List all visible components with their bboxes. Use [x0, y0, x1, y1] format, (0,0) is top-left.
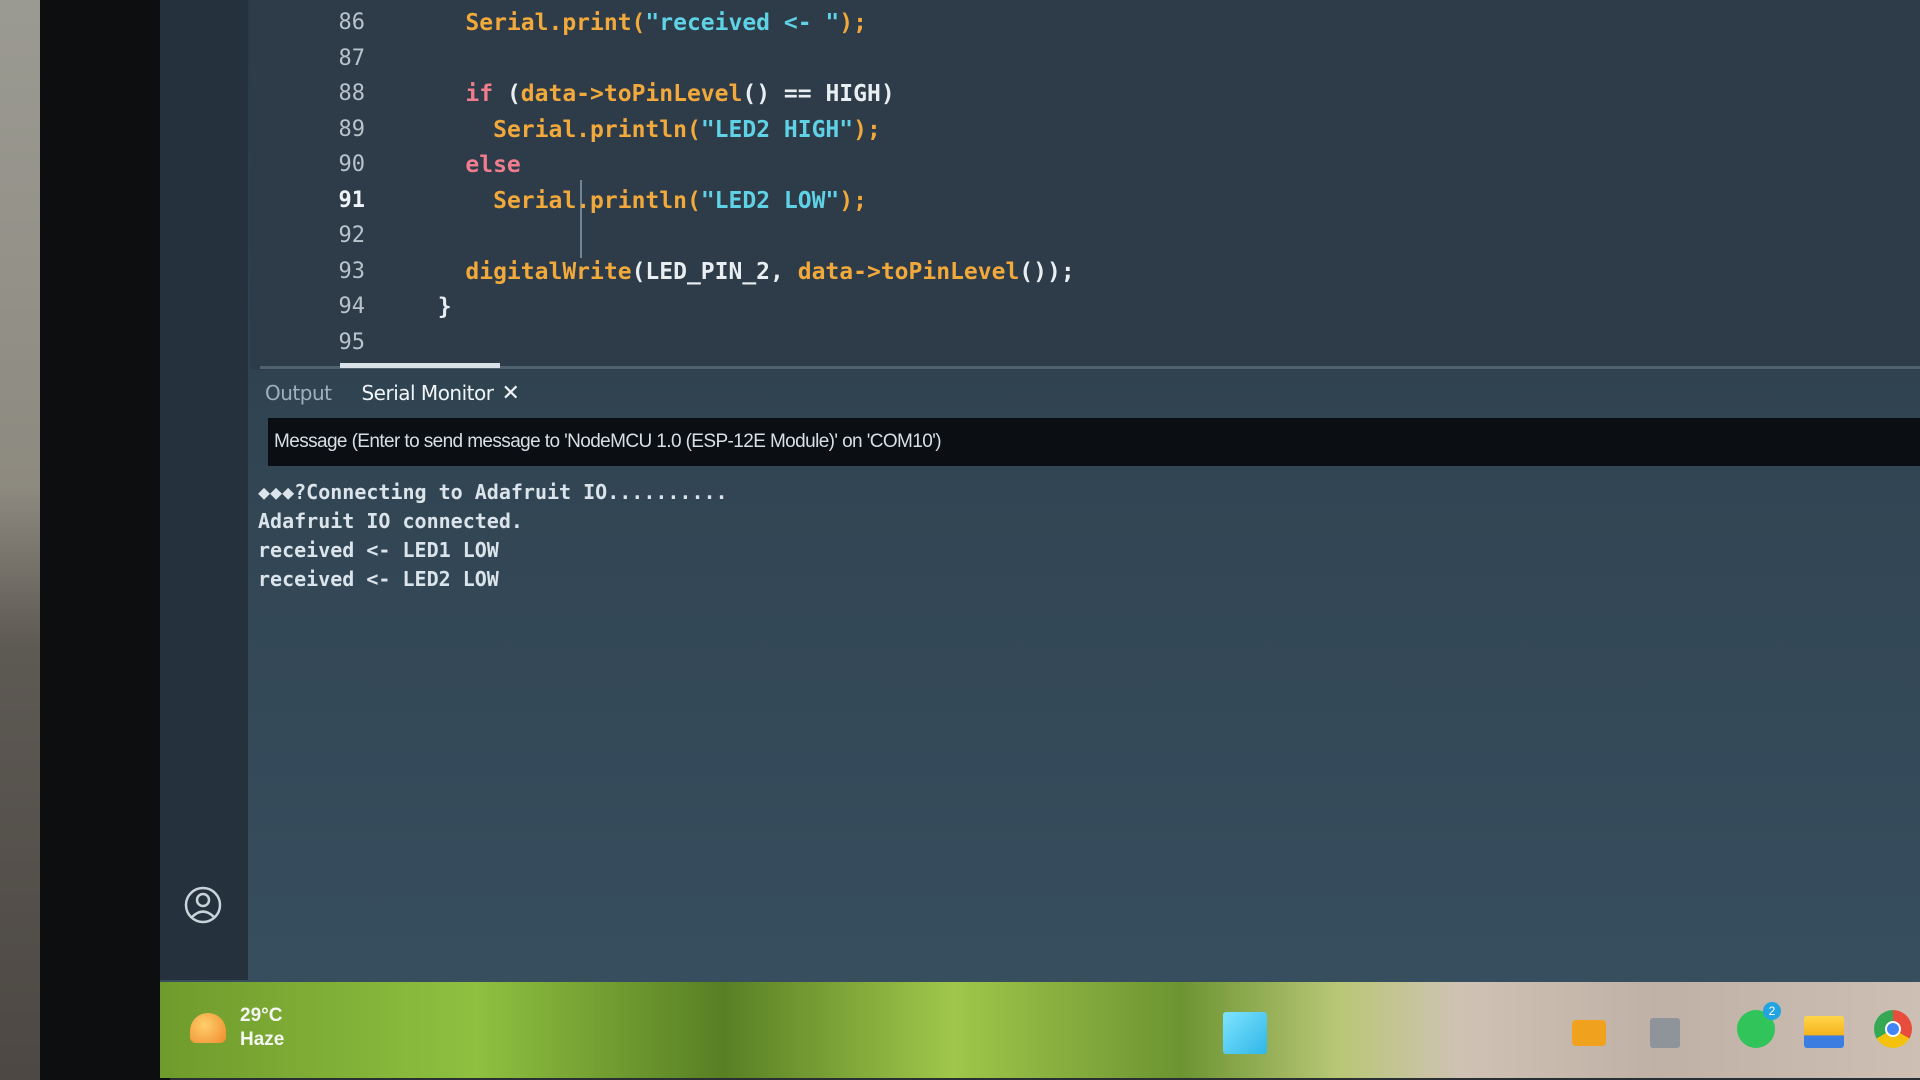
line-number: 87	[338, 45, 366, 71]
code-token: data->toPinLevel	[520, 81, 743, 107]
code-token: (	[493, 81, 521, 107]
line-number: 94	[338, 294, 366, 319]
line-number: 86	[338, 10, 366, 35]
message-bar	[268, 418, 1920, 466]
briefcase-icon[interactable]	[1572, 1020, 1606, 1046]
line-number: 90	[338, 152, 366, 177]
panel-tabs: Output Serial Monitor ✕	[265, 372, 1920, 414]
line-number: 91	[338, 187, 366, 213]
code-token: Serial.println(	[493, 187, 701, 214]
code-line[interactable]: 94 }	[250, 290, 1850, 324]
taskbar: 29°C Haze 2	[160, 982, 1920, 1078]
serial-line: ◆◆◆?Connecting to Adafruit IO..........	[258, 480, 728, 504]
code-token: else	[465, 152, 521, 178]
code-token: Serial.print(	[465, 10, 646, 36]
code-token: "LED2 LOW"	[700, 187, 840, 214]
code-line[interactable]: 86 Serial.print("received <- ");	[250, 6, 1850, 40]
code-text: }	[410, 290, 452, 324]
screen: 86 Serial.print("received <- "); 87 88 if …	[160, 0, 1920, 1078]
code-line[interactable]: 92	[250, 219, 1850, 253]
code-line[interactable]: 89 Serial.println("LED2 HIGH");	[250, 113, 1850, 147]
code-line[interactable]: 90 else	[250, 148, 1850, 182]
chrome-icon-center	[1885, 1021, 1901, 1037]
line-number: 92	[338, 223, 366, 248]
weather-icon	[190, 1013, 226, 1043]
notification-badge: 2	[1763, 1002, 1781, 1020]
weather-temperature: 29°C	[240, 1005, 283, 1026]
code-token: digitalWrite	[465, 258, 632, 285]
code-token: (LED_PIN_2,	[631, 258, 798, 285]
code-token: }	[410, 294, 452, 320]
code-text: Serial.println("LED2 HIGH");	[410, 113, 881, 147]
start-icon[interactable]	[1223, 1012, 1267, 1054]
line-number: 88	[338, 81, 366, 106]
weather-condition: Haze	[240, 1029, 285, 1050]
code-text: digitalWrite(LED_PIN_2, data->toPinLevel…	[410, 255, 1075, 289]
line-number: 89	[338, 116, 366, 142]
code-line[interactable]: 88 if (data->toPinLevel() == HIGH)	[250, 77, 1850, 111]
code-text: else	[410, 148, 521, 182]
code-text: Serial.println("LED2 LOW");	[410, 184, 867, 218]
code-line[interactable]: 95	[250, 326, 1850, 360]
whatsapp-icon[interactable]: 2	[1737, 1002, 1781, 1048]
account-icon[interactable]	[184, 886, 222, 924]
code-token: ());	[1019, 258, 1075, 285]
close-icon[interactable]: ✕	[501, 381, 519, 406]
serial-line: received <- LED2 LOW	[258, 567, 499, 591]
chrome-icon[interactable]	[1874, 1010, 1912, 1048]
code-token: data->toPinLevel	[797, 258, 1020, 285]
line-number: 95	[338, 329, 366, 355]
panel-divider[interactable]	[260, 366, 1920, 369]
code-token: if	[465, 81, 494, 107]
file-explorer-icon[interactable]	[1804, 1016, 1844, 1048]
code-token: "LED2 HIGH"	[700, 116, 854, 143]
active-tab-indicator	[340, 363, 500, 368]
weather-widget[interactable]: 29°C Haze	[190, 1004, 284, 1052]
code-token: () == HIGH)	[742, 81, 895, 107]
tab-serial-monitor[interactable]: Serial Monitor	[361, 381, 493, 405]
weather-text: 29°C Haze	[240, 1004, 284, 1052]
code-text: if (data->toPinLevel() == HIGH)	[410, 77, 895, 111]
code-line[interactable]: 93 digitalWrite(LED_PIN_2, data->toPinLe…	[250, 255, 1850, 289]
serial-message-input[interactable]	[268, 430, 1476, 454]
serial-line: received <- LED1 LOW	[258, 538, 499, 562]
code-text: Serial.print("received <- ");	[410, 6, 867, 40]
tab-output[interactable]: Output	[265, 381, 332, 405]
monitor-bezel	[40, 0, 170, 1080]
serial-line: Adafruit IO connected.	[258, 509, 523, 533]
code-line[interactable]: 87	[250, 42, 1850, 76]
code-token: );	[853, 116, 881, 143]
app-icon[interactable]	[1650, 1018, 1680, 1048]
code-token: Serial.println(	[493, 116, 701, 143]
code-token: );	[839, 187, 867, 214]
code-editor[interactable]: 86 Serial.print("received <- "); 87 88 if …	[250, 0, 1920, 370]
activity-bar	[160, 0, 248, 980]
code-token: "received <- "	[645, 10, 840, 36]
code-line[interactable]: 91 Serial.println("LED2 LOW");	[250, 184, 1850, 218]
code-token: );	[839, 10, 867, 36]
line-number: 93	[338, 258, 366, 284]
